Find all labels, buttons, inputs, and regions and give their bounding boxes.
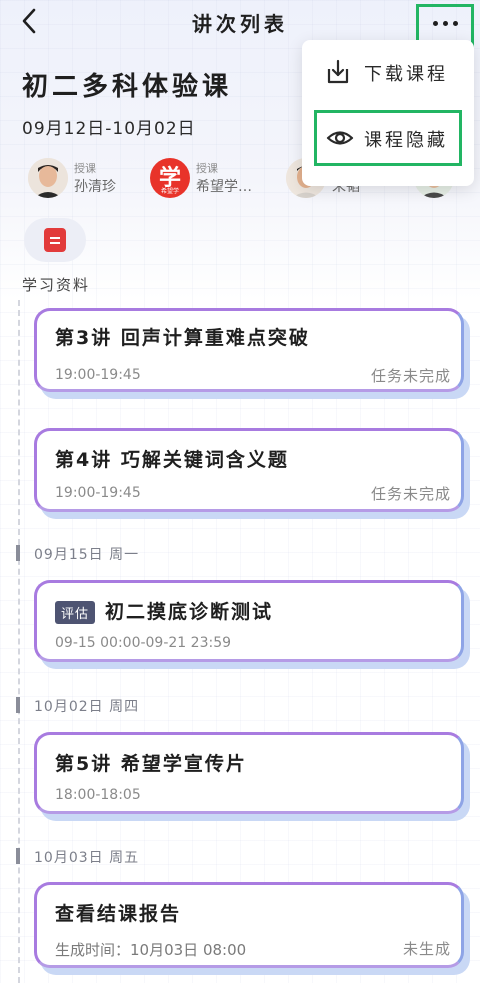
logo-subtext: 希望学	[160, 188, 179, 195]
report-card[interactable]: 查看结课报告 生成时间：10月03日 08:00 未生成	[34, 882, 464, 968]
report-title: 查看结课报告	[55, 903, 182, 925]
report-generated-time: 生成时间：10月03日 08:00	[55, 941, 247, 959]
more-options-menu: 下载课程 课程隐藏	[302, 40, 474, 186]
date-text: 10月02日 周四	[34, 699, 140, 715]
assessment-card[interactable]: 评估 初二摸底诊断测试 09-15 00:00-09-21 23:59	[34, 580, 464, 662]
person-photo-icon	[28, 158, 68, 198]
report-status: 未生成	[402, 940, 451, 958]
more-dot	[453, 21, 458, 26]
date-text: 10月03日 周五	[34, 850, 140, 866]
lesson-title: 第5讲 希望学宣传片	[55, 753, 247, 775]
lesson-status: 任务未完成	[370, 367, 451, 385]
eye-icon	[326, 131, 354, 145]
course-date-range: 09月12日-10月02日	[22, 119, 196, 139]
lesson-card[interactable]: 第4讲 巧解关键词含义题 19:00-19:45 任务未完成	[34, 428, 464, 512]
lesson-card[interactable]: 第5讲 希望学宣传片 18:00-18:05	[34, 732, 464, 814]
date-marker	[16, 848, 20, 864]
study-materials-label: 学习资料	[22, 276, 91, 294]
assessment-time: 09-15 00:00-09-21 23:59	[55, 635, 232, 651]
menu-item-hide-course[interactable]: 课程隐藏	[314, 110, 462, 166]
timeline-line	[18, 300, 20, 983]
teacher-role: 授课	[74, 162, 96, 175]
assessment-title: 评估 初二摸底诊断测试	[55, 597, 273, 624]
xiwangxue-logo: 学 希望学	[150, 158, 190, 198]
lesson-status: 任务未完成	[370, 485, 451, 503]
date-marker	[16, 545, 20, 561]
course-title: 初二多科体验课	[22, 72, 233, 102]
teacher-item[interactable]: 授课 孙清珍	[28, 158, 138, 200]
lesson-card[interactable]: 第3讲 回声计算重难点突破 19:00-19:45 任务未完成	[34, 308, 464, 392]
lesson-time: 18:00-18:05	[55, 787, 141, 803]
more-dot	[443, 21, 448, 26]
lesson-time: 19:00-19:45	[55, 485, 141, 501]
menu-item-label: 课程隐藏	[364, 130, 448, 151]
download-icon	[327, 59, 349, 84]
page-title: 讲次列表	[192, 12, 288, 36]
teacher-role: 授课	[196, 162, 218, 175]
nav-bar: 讲次列表	[0, 0, 480, 48]
more-dots-icon	[433, 21, 438, 26]
lesson-time: 19:00-19:45	[55, 367, 141, 383]
date-text: 09月15日 周一	[34, 547, 140, 563]
menu-item-label: 下载课程	[364, 64, 448, 85]
lesson-title: 第4讲 巧解关键词含义题	[55, 449, 289, 471]
assessment-tag: 评估	[55, 601, 96, 624]
teacher-item[interactable]: 学 希望学 授课 希望学…	[150, 158, 270, 200]
assessment-title-text: 初二摸底诊断测试	[105, 601, 274, 623]
teacher-name: 孙清珍	[74, 179, 116, 195]
menu-item-download[interactable]: 下载课程	[302, 44, 474, 100]
study-materials-button[interactable]	[24, 218, 86, 262]
date-marker	[16, 697, 20, 713]
lesson-title: 第3讲 回声计算重难点突破	[55, 327, 310, 349]
teacher-name: 希望学…	[196, 179, 252, 195]
document-icon	[44, 228, 66, 252]
teacher-avatar	[28, 158, 68, 198]
